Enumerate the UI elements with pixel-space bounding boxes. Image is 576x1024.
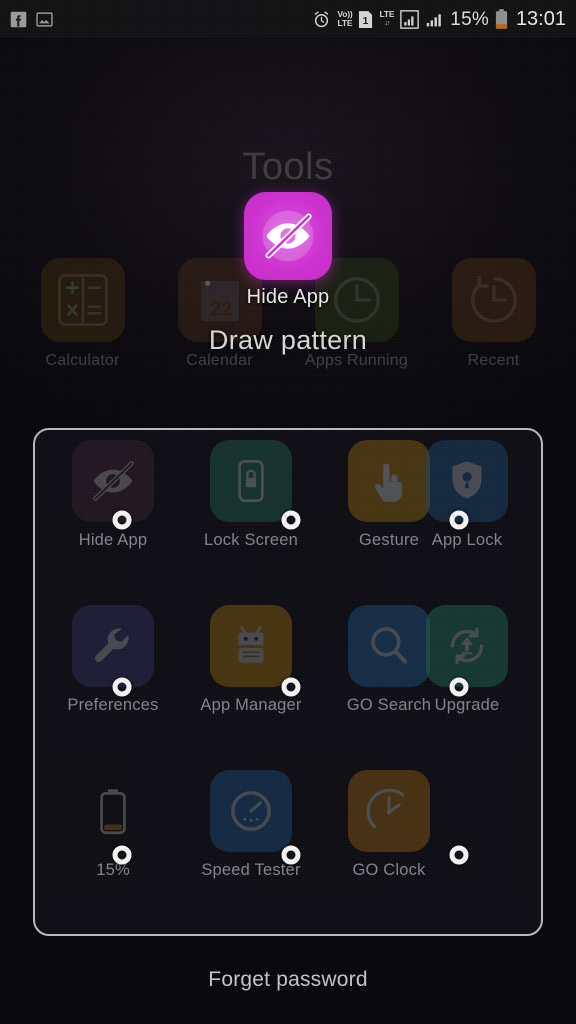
panel-app-hide-app[interactable]: Hide App — [49, 440, 177, 550]
volte-icon: Vo)) LTE — [337, 9, 353, 28]
pattern-dot-8[interactable] — [281, 845, 301, 865]
battery-percent-label: 15% — [450, 8, 489, 30]
dragged-app-hide-app[interactable]: Hide App — [244, 192, 332, 309]
android-screen: Vo)) LTE 1 LTE ↓↑ 15% 13:01 Tools Calcul… — [0, 0, 576, 1024]
status-bar: Vo)) LTE 1 LTE ↓↑ 15% 13:01 — [0, 0, 576, 38]
panel-app-empty-slot — [403, 770, 531, 861]
folder-title: Tools — [242, 146, 334, 188]
hidden-eye-icon — [72, 440, 154, 522]
hidden-eye-icon — [244, 192, 332, 280]
forget-password-link[interactable]: Forget password — [0, 968, 576, 992]
battery-icon — [72, 770, 154, 852]
panel-app-lock-screen[interactable]: Lock Screen — [187, 440, 315, 550]
draw-pattern-prompt: Draw pattern — [208, 325, 368, 355]
facebook-icon — [10, 11, 27, 28]
status-bar-notifications — [10, 11, 53, 28]
pattern-dot-2[interactable] — [281, 510, 301, 530]
panel-app-upgrade[interactable]: Upgrade — [403, 605, 531, 715]
wrench-icon — [72, 605, 154, 687]
phone-lock-icon — [210, 440, 292, 522]
panel-app-label: Lock Screen — [204, 531, 298, 549]
panel-app-label: Speed Tester — [201, 861, 301, 879]
panel-app-battery[interactable]: 15% — [49, 770, 177, 880]
panel-app-app-manager[interactable]: App Manager — [187, 605, 315, 715]
panel-app-preferences[interactable]: Preferences — [49, 605, 177, 715]
clock-label: 13:01 — [515, 8, 566, 30]
panel-app-label: Hide App — [78, 531, 148, 549]
alarm-icon — [312, 10, 331, 29]
speedometer-icon — [210, 770, 292, 852]
pattern-dot-6[interactable] — [449, 677, 469, 697]
pattern-dot-5[interactable] — [281, 677, 301, 697]
panel-app-app-lock[interactable]: App Lock — [403, 440, 531, 550]
signal-sim1-icon — [400, 9, 420, 29]
panel-app-label: GO Clock — [352, 861, 426, 879]
dragged-app-label: Hide App — [246, 286, 330, 308]
panel-app-label: Upgrade — [434, 696, 500, 714]
pattern-dot-7[interactable] — [112, 845, 132, 865]
pattern-dot-3[interactable] — [449, 510, 469, 530]
sim1-icon: 1 — [358, 10, 373, 29]
signal-sim2-icon — [425, 10, 444, 29]
panel-app-label: Preferences — [67, 696, 159, 714]
panel-app-speed-tester[interactable]: Speed Tester — [187, 770, 315, 880]
pattern-grid[interactable]: Hide App Lock Screen Gesture App Lock Pr… — [35, 430, 541, 934]
panel-app-label: App Manager — [200, 696, 302, 714]
panel-app-label: App Lock — [431, 531, 503, 549]
pattern-lock-panel[interactable]: Hide App Lock Screen Gesture App Lock Pr… — [33, 428, 543, 936]
pattern-dot-4[interactable] — [112, 677, 132, 697]
pattern-dot-9[interactable] — [449, 845, 469, 865]
status-bar-system: Vo)) LTE 1 LTE ↓↑ 15% 13:01 — [312, 8, 566, 30]
upgrade-arrow-icon — [426, 605, 508, 687]
lte-data-icon: LTE ↓↑ — [379, 9, 395, 28]
battery-status-icon — [495, 8, 508, 30]
panel-app-label: 15% — [96, 861, 130, 879]
android-robot-icon — [210, 605, 292, 687]
empty-slot — [426, 770, 508, 852]
svg-text:1: 1 — [363, 16, 369, 27]
gallery-icon — [36, 11, 53, 28]
svg-text:22: 22 — [209, 299, 231, 321]
shield-key-icon — [426, 440, 508, 522]
pattern-dot-1[interactable] — [112, 510, 132, 530]
